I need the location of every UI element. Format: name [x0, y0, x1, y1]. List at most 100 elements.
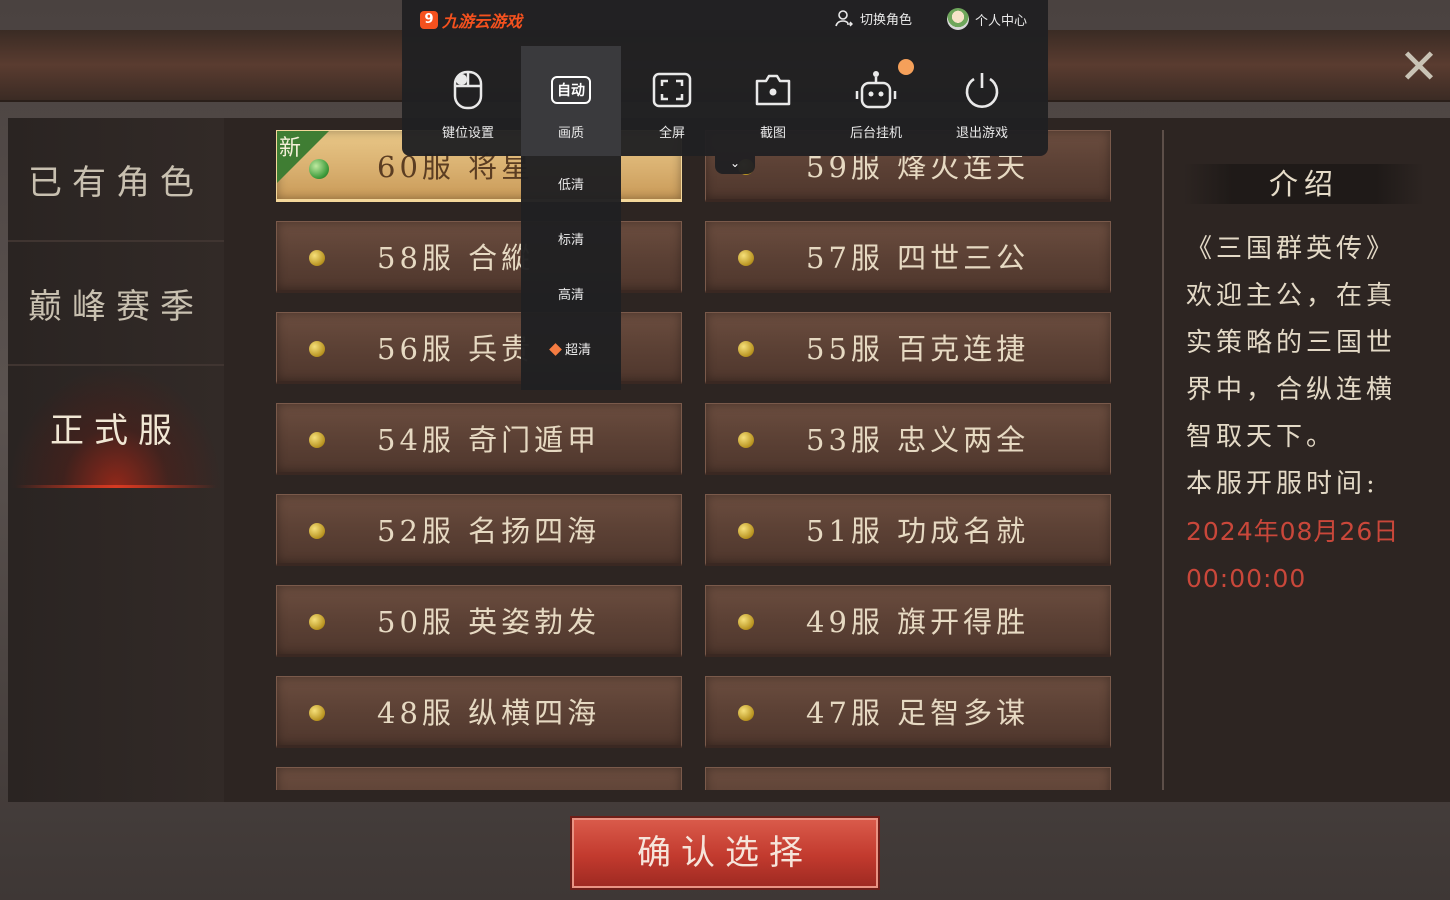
confirm-select-button[interactable]: 确认选择 [572, 818, 878, 888]
switch-role-label: 切换角色 [860, 12, 913, 28]
server-status-dot [309, 250, 325, 266]
quality-option-high[interactable]: 高清 [521, 276, 621, 316]
server-open-time: 2024年08月26日 00:00:00 [1186, 508, 1426, 602]
server-item-47[interactable]: 47服 足智多谋 [705, 676, 1111, 748]
server-item-partial[interactable] [276, 767, 682, 790]
open-date: 2024年08月26日 [1186, 517, 1400, 546]
server-status-dot [738, 250, 754, 266]
quality-dropdown: 低清 标清 高清 超清 [521, 156, 621, 390]
server-name: 56服 兵贵 [377, 332, 535, 366]
intro-line: 智取天下。 [1186, 422, 1337, 452]
brand-name: 九游云游戏 [442, 12, 523, 31]
auto-quality-icon: 自动 [521, 68, 621, 112]
robot-icon [826, 68, 926, 112]
quality-button[interactable]: 自动 画质 [521, 46, 621, 156]
camera-icon [723, 68, 823, 112]
keymap-settings-button[interactable]: 键位设置 [418, 46, 518, 156]
server-item-48[interactable]: 48服 纵横四海 [276, 676, 682, 748]
server-item-52[interactable]: 52服 名扬四海 [276, 494, 682, 566]
tool-label: 画质 [557, 126, 584, 141]
server-name: 50服 英姿勃发 [377, 605, 601, 639]
server-item-50[interactable]: 50服 英姿勃发 [276, 585, 682, 657]
auto-badge: 自动 [551, 76, 591, 104]
server-status-dot [738, 432, 754, 448]
cloud-toolbar: 9 九游云游戏 切换角色 个人中心 键位设置 自动 画质 全屏 截图 后台挂机 … [402, 0, 1048, 174]
tab-existing-roles[interactable]: 已有角色 [8, 118, 224, 242]
intro-text: 《三国群英传》 欢迎主公，在真 实策略的三国世 界中，合纵连横 智取天下。 本服… [1186, 226, 1426, 508]
panel-divider [1162, 130, 1164, 790]
server-name: 51服 功成名就 [806, 514, 1030, 548]
server-status-dot [309, 341, 325, 357]
quality-label: 低清 [557, 178, 584, 193]
server-status-dot [309, 705, 325, 721]
quality-option-ultra[interactable]: 超清 [521, 331, 621, 371]
server-status-dot [738, 523, 754, 539]
premium-gem-icon [549, 343, 562, 356]
server-item-56[interactable]: 56服 兵贵 [276, 312, 682, 384]
open-time: 00:00:00 [1186, 564, 1307, 593]
screenshot-button[interactable]: 截图 [723, 46, 823, 156]
tool-label: 截图 [759, 126, 786, 141]
server-name: 52服 名扬四海 [377, 514, 601, 548]
quality-label: 超清 [564, 343, 591, 358]
server-name: 54服 奇门遁甲 [377, 423, 601, 457]
server-status-dot [309, 614, 325, 630]
server-status-dot [309, 523, 325, 539]
user-center-button[interactable]: 个人中心 [947, 8, 1027, 30]
mouse-icon [418, 68, 518, 112]
switch-role-button[interactable]: 切换角色 [834, 8, 912, 28]
server-item-partial[interactable] [705, 767, 1111, 790]
server-name: 57服 四世三公 [806, 241, 1030, 275]
intro-line: 《三国群英传》 [1186, 234, 1397, 264]
server-name: 58服 合縱 [377, 241, 535, 275]
quality-option-standard[interactable]: 标清 [521, 221, 621, 261]
server-name: 53服 忠义两全 [806, 423, 1030, 457]
server-item-51[interactable]: 51服 功成名就 [705, 494, 1111, 566]
server-item-55[interactable]: 55服 百克连捷 [705, 312, 1111, 384]
server-status-dot [309, 432, 325, 448]
tool-label: 退出游戏 [955, 126, 1008, 141]
quality-label: 高清 [557, 288, 584, 303]
quality-label: 标清 [557, 233, 584, 248]
tool-label: 键位设置 [441, 126, 494, 141]
avatar [947, 8, 969, 30]
server-name: 49服 旗开得胜 [806, 605, 1030, 639]
tab-peak-season[interactable]: 巅峰赛季 [8, 242, 224, 366]
tab-label: 已有角色 [28, 162, 204, 203]
server-status-dot [738, 614, 754, 630]
fullscreen-icon [622, 68, 722, 112]
power-icon [932, 68, 1032, 112]
server-item-49[interactable]: 49服 旗开得胜 [705, 585, 1111, 657]
new-badge-label: 新 [279, 136, 302, 161]
tool-label: 全屏 [658, 126, 685, 141]
collapse-chevron-icon[interactable]: ⌄ [715, 156, 755, 174]
user-center-label: 个人中心 [975, 13, 1028, 29]
server-category-tabs: 已有角色 巅峰赛季 正式服 [8, 118, 224, 802]
intro-line: 本服开服时间: [1186, 469, 1379, 499]
server-item-58[interactable]: 58服 合縱 [276, 221, 682, 293]
exit-game-button[interactable]: 退出游戏 [932, 46, 1032, 156]
intro-line: 界中，合纵连横 [1186, 375, 1397, 405]
intro-title: 介绍 [1184, 164, 1424, 204]
fullscreen-button[interactable]: 全屏 [622, 46, 722, 156]
tab-label: 巅峰赛季 [28, 286, 204, 327]
server-name: 55服 百克连捷 [806, 332, 1030, 366]
server-item-57[interactable]: 57服 四世三公 [705, 221, 1111, 293]
user-switch-icon [835, 10, 853, 27]
server-item-53[interactable]: 53服 忠义两全 [705, 403, 1111, 475]
tool-label: 后台挂机 [849, 126, 902, 141]
brand-logo: 9 九游云游戏 [420, 8, 522, 32]
server-status-dot [738, 341, 754, 357]
server-list: 60服 将星 新 59服 烽火连天 58服 合縱 57服 四世三公 56服 兵贵… [276, 130, 1112, 790]
quality-option-low[interactable]: 低清 [521, 166, 621, 206]
intro-line: 实策略的三国世 [1186, 328, 1397, 358]
server-item-54[interactable]: 54服 奇门遁甲 [276, 403, 682, 475]
tab-official-server[interactable]: 正式服 [8, 366, 224, 488]
tab-label: 正式服 [50, 410, 182, 451]
intro-line: 欢迎主公，在真 [1186, 281, 1397, 311]
server-name: 47服 足智多谋 [806, 696, 1030, 730]
close-x-icon[interactable]: ✕ [1396, 40, 1442, 94]
server-status-dot [738, 705, 754, 721]
server-name: 48服 纵横四海 [377, 696, 601, 730]
brand-icon: 9 [420, 11, 438, 29]
